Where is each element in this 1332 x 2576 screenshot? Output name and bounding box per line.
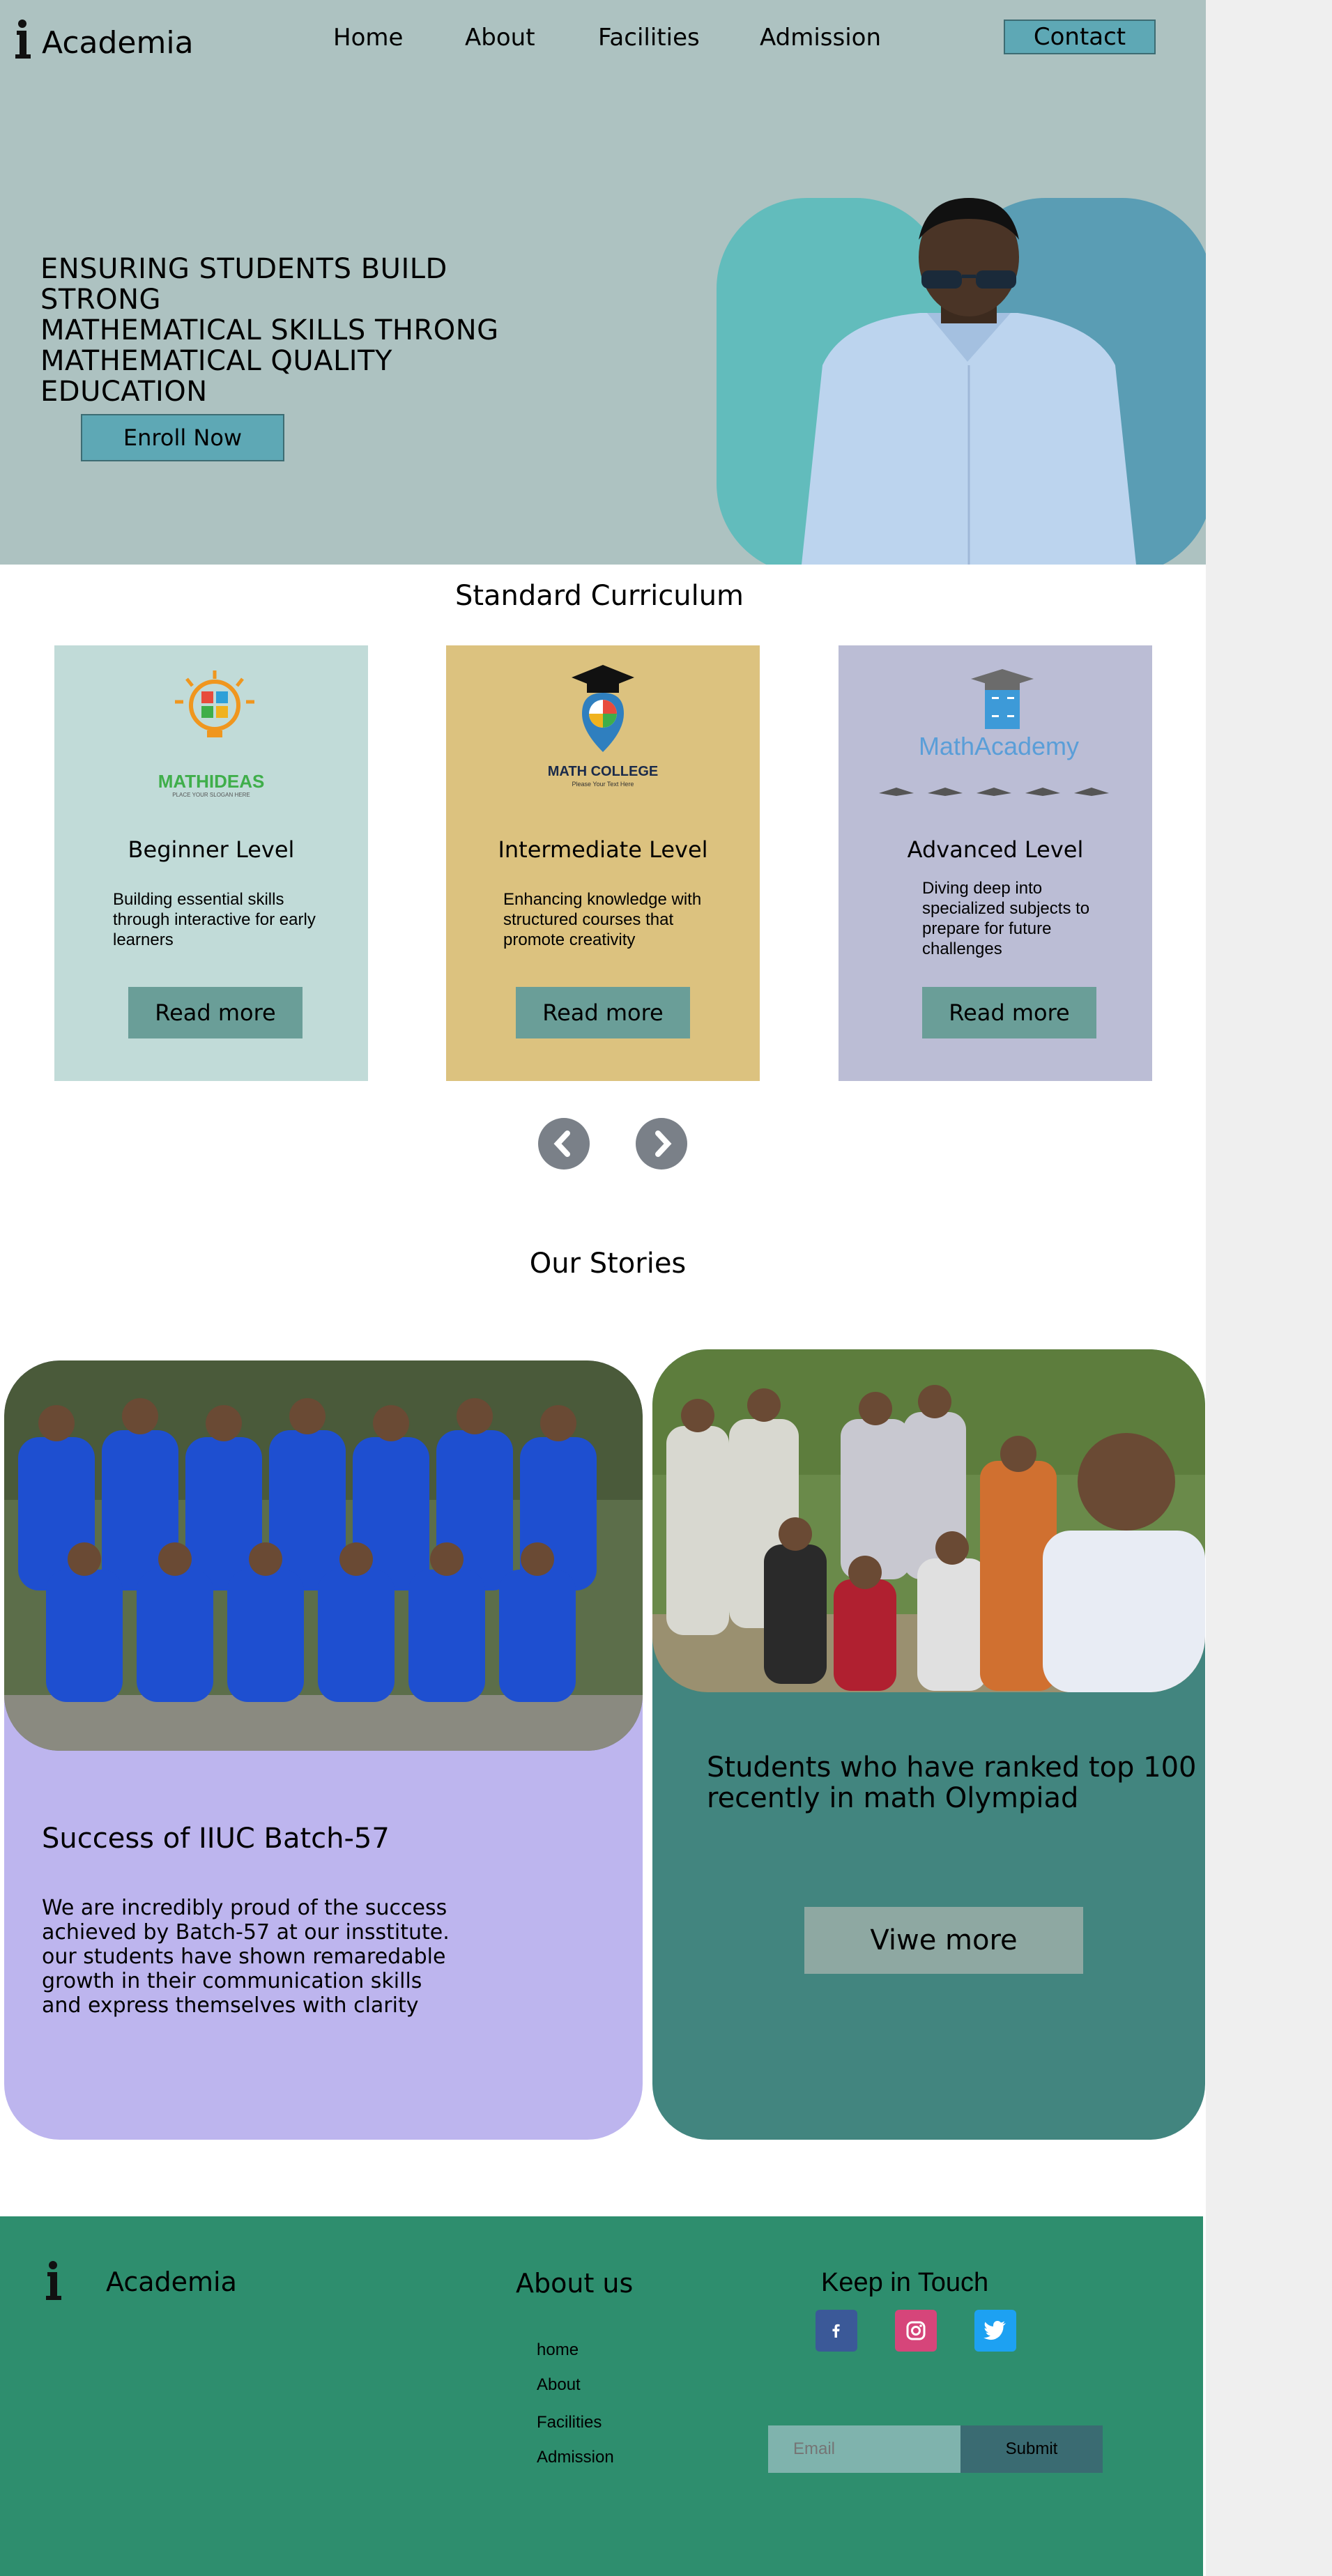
mathideas-logo-slogan: PLACE YOUR SLOGAN HERE [172,792,250,798]
about-us-heading: About us [516,2268,634,2299]
story-body-line: achieved by Batch-57 at our insstitute. [42,1920,450,1945]
mathideas-logo-text: MATHIDEAS [158,771,265,792]
decorative-shapes [879,788,1109,796]
graduation-cap-logo-icon [572,665,634,752]
twitter-icon[interactable] [974,2310,1016,2352]
story-heading: Success of IIUC Batch-57 [42,1823,390,1855]
curriculum-card-beginner: MATHIDEAS PLACE YOUR SLOGAN HERE Beginne… [54,645,368,1081]
batch57-group-photo [4,1360,643,1751]
card-description: Diving deep into specialized subjects to… [922,879,1090,958]
carousel-prev-button[interactable] [538,1118,590,1170]
footer-logo-icon [46,2261,61,2300]
chevron-left-icon [553,1130,570,1157]
hero-title: ENSURING STUDENTS BUILD STRONG MATHEMATI… [40,254,556,407]
submit-button[interactable]: Submit [960,2425,1103,2473]
story-heading-line: recently in math Olympiad [707,1782,1079,1814]
read-more-button[interactable]: Read more [922,987,1096,1038]
read-more-button[interactable]: Read more [516,987,690,1038]
story-body: We are incredibly proud of the success a… [42,1896,450,2018]
contact-button[interactable]: Contact [1004,20,1156,54]
nav-about[interactable]: About [465,24,535,52]
footer-link-home[interactable]: home [537,2340,579,2360]
story-heading: Students who have ranked top 100 recentl… [707,1752,1197,1814]
instagram-icon[interactable] [895,2310,937,2352]
mortarboard-logo-icon [971,669,1034,729]
story-card-batch57: Success of IIUC Batch-57 We are incredib… [4,1360,643,2140]
carousel-next-button[interactable] [636,1118,687,1170]
math-academy-logo-text: MathAcademy [918,732,1080,760]
curriculum-title: Standard Curriculum [454,580,744,612]
hero-title-line: MATHEMATICAL SKILLS THRONG [40,314,499,346]
math-college-logo-text: MATH COLLEGE [547,764,659,779]
nav-home[interactable]: Home [333,24,403,52]
hero-title-line: MATHEMATICAL QUALITY [40,345,392,377]
math-college-logo-slogan: Please Your Text Here [572,781,634,788]
story-body-line: our students have shown remaredable [42,1945,446,1969]
story-body-line: growth in their communication skills [42,1969,422,1993]
footer-brand-name[interactable]: Academia [106,2267,237,2297]
hero-title-line: EDUCATION [40,376,208,408]
email-input[interactable] [768,2425,960,2473]
keep-in-touch-heading: Keep in Touch [821,2268,989,2297]
nav-facilities[interactable]: Facilities [598,24,700,52]
card-title: Beginner Level [128,836,295,863]
card-description: Enhancing knowledge with structured cour… [503,890,702,949]
nav-admission[interactable]: Admission [760,24,881,52]
footer-link-about[interactable]: About [537,2375,581,2395]
story-body-line: and express themselves with clarity [42,1993,419,2018]
stories-title: Our Stories [529,1248,687,1280]
story-heading-line: Students who have ranked top 100 [707,1751,1197,1784]
read-more-button[interactable]: Read more [128,987,303,1038]
card-description: Building essential skills through intera… [113,890,316,949]
chevron-right-icon [655,1130,672,1157]
brand-name[interactable]: Academia [42,25,194,61]
facebook-icon[interactable] [816,2310,857,2352]
story-body-line: We are incredibly proud of the success [42,1896,447,1920]
curriculum-card-intermediate: MATH COLLEGE Please Your Text Here Inter… [446,645,760,1081]
card-title: Intermediate Level [498,836,708,863]
story-card-olympiad: Students who have ranked top 100 recentl… [652,1349,1205,2140]
lightbulb-logo-icon [175,670,254,737]
hero-title-line: ENSURING STUDENTS BUILD STRONG [40,253,447,316]
hero-student-photo [802,198,1136,565]
footer-link-facilities[interactable]: Facilities [537,2413,602,2432]
footer-link-admission[interactable]: Admission [537,2448,614,2467]
logo-icon [15,20,31,59]
enroll-now-button[interactable]: Enroll Now [81,414,284,461]
hero-section: Academia Home About Facilities Admission… [0,0,1206,565]
curriculum-card-advanced: MathAcademy Advanced Level Diving deep i… [839,645,1152,1081]
card-title: Advanced Level [907,836,1084,863]
olympiad-students-photo [652,1349,1205,1692]
view-more-button[interactable]: Viwe more [804,1907,1083,1974]
